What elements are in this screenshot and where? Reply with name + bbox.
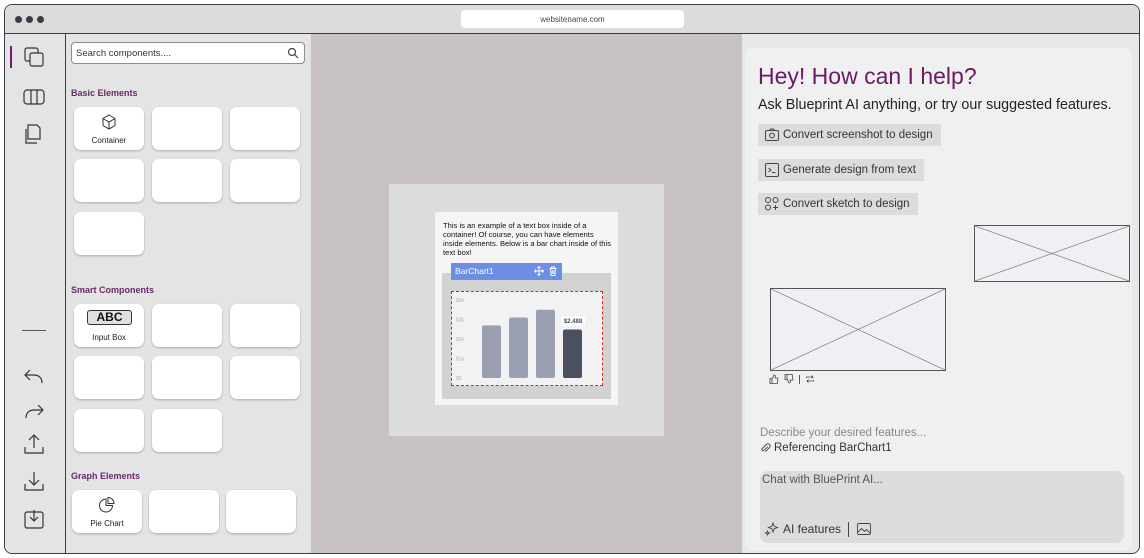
trash-icon[interactable] [548, 266, 558, 276]
suggestion-label: Convert screenshot to design [783, 129, 933, 141]
selected-component-chip[interactable]: BarChart1 [451, 263, 562, 280]
chart-bar[interactable] [536, 309, 555, 378]
bar-chart-selection[interactable]: $4k $3k $2k $1k $0 $2.488 [451, 291, 603, 386]
tile-pie-chart[interactable]: Pie Chart [72, 490, 142, 533]
tile-empty[interactable] [230, 356, 300, 399]
tile-label: Container [91, 136, 127, 145]
reference-label: Referencing BarChart1 [774, 442, 892, 454]
tile-empty[interactable] [230, 304, 300, 347]
import-icon[interactable] [22, 507, 46, 531]
section-graph-elements: Graph Elements [71, 471, 141, 481]
suggestion-text-to-design[interactable]: Generate design from text [758, 159, 924, 181]
browser-titlebar: websitename.com [5, 5, 1139, 34]
image-upload-icon[interactable] [856, 521, 872, 537]
tile-empty[interactable] [152, 107, 222, 150]
url-bar[interactable]: websitename.com [461, 10, 684, 28]
tile-empty[interactable] [230, 159, 300, 202]
y-tick-label: $1k [456, 357, 465, 363]
app-window: websitename.com Search components.... Ba… [4, 4, 1140, 554]
tile-empty[interactable] [152, 409, 222, 452]
tile-empty[interactable] [152, 159, 222, 202]
sparkle-icon[interactable] [764, 521, 780, 537]
search-input[interactable] [76, 45, 276, 61]
chart-bar[interactable] [509, 317, 528, 378]
components-panel: Basic Elements Container Smart Component… [66, 34, 311, 553]
tile-label: Pie Chart [90, 519, 124, 528]
bar-data-label: $2.488 [564, 319, 583, 325]
ai-features-divider [848, 521, 850, 537]
download-icon[interactable] [22, 469, 46, 493]
tile-empty[interactable] [230, 107, 300, 150]
input-box-glyph: ABC [87, 310, 132, 325]
section-basic-elements: Basic Elements [71, 88, 138, 98]
regenerate-icon[interactable] [805, 374, 815, 384]
ai-features-bar: AI features [764, 521, 872, 537]
ai-features-label[interactable]: AI features [783, 522, 841, 536]
chart-bar[interactable] [563, 329, 582, 378]
move-icon[interactable] [534, 266, 544, 276]
columns-icon[interactable] [22, 85, 46, 109]
y-tick-label: $3k [456, 318, 465, 324]
chat-input[interactable] [762, 474, 1102, 492]
tile-empty[interactable] [74, 212, 144, 255]
image-placeholder-icon [975, 226, 1129, 281]
components-icon[interactable] [22, 45, 46, 69]
feedback-divider [799, 374, 800, 384]
assistant-greeting: Hey! How can I help? [758, 63, 977, 89]
camera-icon [765, 128, 779, 141]
tool-rail [5, 34, 66, 553]
reference-tag: Referencing BarChart1 [760, 442, 892, 454]
chart-bar[interactable] [482, 325, 501, 378]
search-box [71, 42, 305, 64]
tile-container[interactable]: Container [74, 107, 144, 150]
active-indicator [10, 46, 12, 68]
window-controls[interactable] [15, 16, 44, 23]
thumbs-up-icon[interactable] [769, 374, 779, 384]
tile-empty[interactable] [74, 356, 144, 399]
tile-empty[interactable] [149, 490, 219, 533]
assistant-subtitle: Ask Blueprint AI anything, or try our su… [758, 97, 1112, 113]
redo-icon[interactable] [22, 400, 46, 424]
canvas-text-box[interactable]: This is an example of a text box inside … [435, 212, 618, 405]
chat-composer: AI features [760, 471, 1124, 543]
tile-input-box[interactable]: ABC Input Box [74, 304, 144, 347]
image-placeholder-icon [771, 289, 945, 370]
ai-assistant-panel: Hey! How can I help? Ask Blueprint AI an… [745, 48, 1132, 551]
text-box-copy[interactable]: This is an example of a text box inside … [443, 221, 615, 257]
generated-image-placeholder[interactable] [770, 288, 946, 371]
tile-empty[interactable] [74, 159, 144, 202]
tile-empty[interactable] [152, 356, 222, 399]
response-feedback [769, 374, 815, 384]
paperclip-icon [761, 442, 771, 452]
artboard-container[interactable]: This is an example of a text box inside … [389, 184, 664, 436]
chip-label: BarChart1 [455, 266, 494, 276]
terminal-icon [765, 163, 779, 177]
tile-empty[interactable] [152, 304, 222, 347]
tile-empty[interactable] [74, 409, 144, 452]
bar-chart[interactable]: $4k $3k $2k $1k $0 $2.488 [452, 292, 601, 384]
design-canvas[interactable]: This is an example of a text box inside … [311, 34, 742, 553]
undo-icon[interactable] [22, 365, 46, 389]
suggestion-label: Generate design from text [783, 164, 916, 176]
suggestion-sketch-to-design[interactable]: Convert sketch to design [758, 193, 918, 215]
tile-empty[interactable] [226, 490, 296, 533]
thumbs-down-icon[interactable] [784, 374, 794, 384]
cube-icon [102, 114, 116, 130]
suggestion-label: Convert sketch to design [783, 198, 910, 210]
generated-image-placeholder[interactable] [974, 225, 1130, 282]
pie-chart-icon [99, 496, 115, 513]
y-tick-label: $4k [456, 298, 465, 304]
y-tick-label: $2k [456, 337, 465, 343]
tile-label: Input Box [92, 333, 126, 342]
shapes-icon [765, 197, 779, 211]
search-icon[interactable] [287, 47, 299, 59]
y-tick-label: $0 [456, 376, 462, 382]
rail-divider [22, 330, 46, 332]
describe-features-hint: Describe your desired features... [760, 427, 927, 439]
upload-icon[interactable] [22, 432, 46, 456]
suggestion-screenshot-to-design[interactable]: Convert screenshot to design [758, 124, 941, 146]
section-smart-components: Smart Components [71, 285, 155, 295]
pages-icon[interactable] [22, 122, 46, 146]
